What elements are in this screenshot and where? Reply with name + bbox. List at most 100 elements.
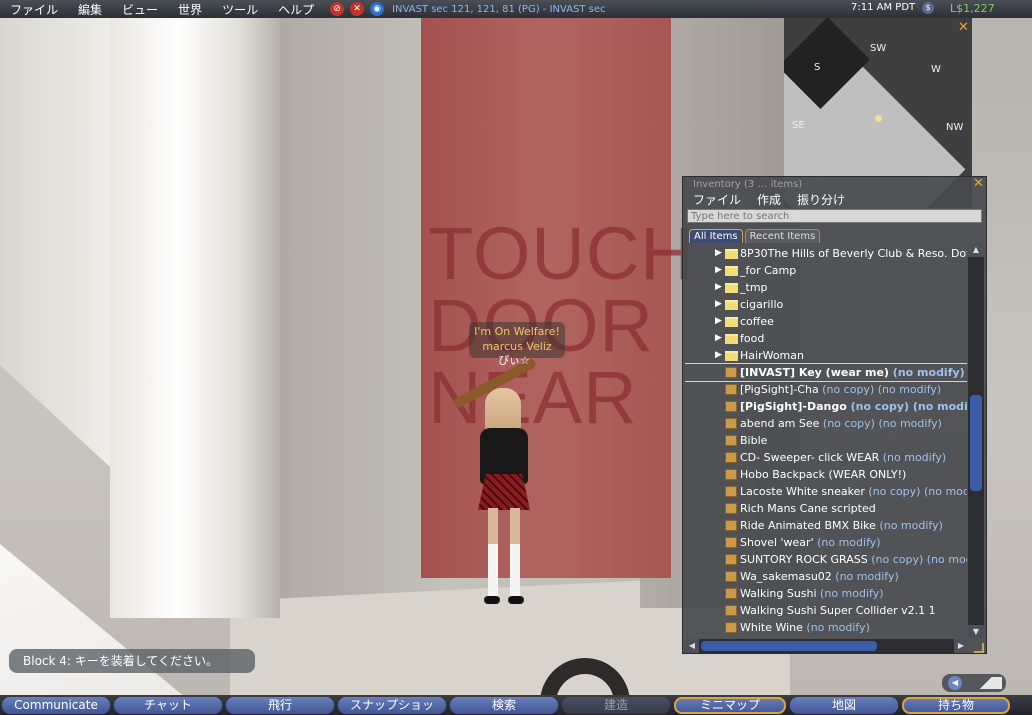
- inventory-item-row[interactable]: White Wine (no modify): [685, 619, 967, 636]
- expand-arrow-icon[interactable]: ▶: [715, 262, 722, 279]
- inventory-folder-row[interactable]: ▶ 8P30The Hills of Beverly Club & Reso. D…: [685, 245, 967, 262]
- inventory-item-row[interactable]: Walking Sushi Super Collider v2.1 1: [685, 602, 967, 619]
- inventory-item-label: cigarillo: [740, 296, 783, 313]
- scroll-up-icon[interactable]: ▲: [968, 243, 984, 257]
- pillar: [110, 18, 280, 618]
- volume-slider[interactable]: [970, 677, 1002, 689]
- inventory-item-row[interactable]: Bible: [685, 432, 967, 449]
- item-name: cigarillo: [740, 298, 784, 311]
- item-name: White Wine: [740, 621, 803, 634]
- expand-arrow-icon[interactable]: ▶: [715, 347, 722, 364]
- inventory-item-label: Hobo Backpack (WEAR ONLY!): [740, 466, 906, 483]
- location-text[interactable]: INVAST sec 121, 121, 81 (PG) - INVAST se…: [392, 4, 605, 15]
- inventory-item-label: coffee: [740, 313, 774, 330]
- item-name: Walking Sushi Super Collider v2.1 1: [740, 604, 936, 617]
- inventory-folder-row[interactable]: ▶ food: [685, 330, 967, 347]
- communicate-button[interactable]: Communicate: [2, 696, 110, 714]
- inventory-item-row[interactable]: Wa_sakemasu02 (no modify): [685, 568, 967, 585]
- world-map-button[interactable]: 地図: [790, 696, 898, 714]
- object-box-icon: [725, 588, 737, 599]
- inventory-item-row[interactable]: abend am See (no copy) (no modify): [685, 415, 967, 432]
- inventory-search-input[interactable]: [687, 209, 982, 223]
- inventory-folder-row[interactable]: ▶ cigarillo: [685, 296, 967, 313]
- item-permissions: (no copy) (no modify): [871, 553, 967, 566]
- object-box-icon: [725, 605, 737, 616]
- inventory-folder-row[interactable]: ▶ _for Camp: [685, 262, 967, 279]
- inventory-item-row[interactable]: Walking Sushi (no modify): [685, 585, 967, 602]
- tab-recent-items[interactable]: Recent Items: [744, 229, 821, 243]
- no-build-icon[interactable]: ✕: [350, 2, 365, 16]
- inventory-item-label: [INVAST] Key (wear me) (no modify) (no t…: [740, 364, 967, 381]
- avatar[interactable]: [452, 357, 540, 608]
- object-box-icon: [725, 469, 737, 480]
- fly-button[interactable]: 飛行: [226, 696, 334, 714]
- menu-view[interactable]: ビュー: [112, 1, 168, 18]
- tab-all-items[interactable]: All Items: [689, 229, 743, 243]
- object-box-icon: [725, 571, 737, 582]
- inventory-item-row[interactable]: Hobo Backpack (WEAR ONLY!): [685, 466, 967, 483]
- folder-icon: [725, 283, 738, 293]
- buy-currency-icon[interactable]: $: [922, 2, 934, 14]
- expand-arrow-icon[interactable]: ▶: [715, 330, 722, 347]
- inventory-close-icon[interactable]: ✕: [973, 176, 984, 191]
- avatar-shoe: [508, 596, 524, 604]
- menu-help[interactable]: ヘルプ: [268, 1, 324, 18]
- scroll-down-icon[interactable]: ▼: [968, 625, 984, 639]
- inventory-folder-row[interactable]: ▶ _tmp: [685, 279, 967, 296]
- minimap-close-icon[interactable]: ✕: [958, 20, 969, 35]
- scroll-thumb[interactable]: [701, 641, 877, 651]
- inventory-item-row[interactable]: Ride Animated BMX Bike (no modify): [685, 517, 967, 534]
- resize-handle[interactable]: [974, 643, 984, 653]
- inventory-item-row[interactable]: [INVAST] Key (wear me) (no modify) (no t…: [685, 363, 967, 382]
- inventory-item-label: Wa_sakemasu02 (no modify): [740, 568, 899, 585]
- scroll-left-icon[interactable]: ◀: [685, 639, 699, 653]
- inventory-item-row[interactable]: Shovel 'wear' (no modify): [685, 534, 967, 551]
- balance[interactable]: L$1,227: [950, 2, 995, 15]
- volume-control[interactable]: ◀: [942, 674, 1006, 692]
- speaker-icon[interactable]: ◀: [948, 676, 962, 690]
- search-button[interactable]: 検索: [450, 696, 558, 714]
- scroll-right-icon[interactable]: ▶: [954, 639, 968, 653]
- inventory-item-row[interactable]: SUNTORY ROCK GRASS (no copy) (no modify): [685, 551, 967, 568]
- inventory-menu-create[interactable]: 作成: [757, 191, 781, 208]
- inventory-title[interactable]: Inventory (3 … items): [693, 179, 802, 190]
- menu-tools[interactable]: ツール: [212, 1, 268, 18]
- item-name: Lacoste White sneaker: [740, 485, 865, 498]
- menu-edit[interactable]: 編集: [68, 1, 112, 18]
- no-fly-icon[interactable]: ⊘: [330, 2, 345, 16]
- inventory-item-row[interactable]: CD- Sweeper- click WEAR (no modify): [685, 449, 967, 466]
- item-name: coffee: [740, 315, 774, 328]
- inventory-item-row[interactable]: [PigSight]-Cha (no copy) (no modify): [685, 381, 967, 398]
- build-button[interactable]: 建造: [562, 696, 670, 714]
- inventory-menu-sort[interactable]: 振り分け: [797, 191, 845, 208]
- item-name: Shovel 'wear': [740, 536, 814, 549]
- item-name: [INVAST] Key (wear me): [740, 366, 889, 379]
- voice-icon[interactable]: ◉: [370, 2, 385, 16]
- scroll-thumb[interactable]: [970, 395, 982, 491]
- item-name: _tmp: [740, 281, 768, 294]
- folder-icon: [725, 351, 738, 361]
- inventory-menu-file[interactable]: ファイル: [693, 191, 741, 208]
- expand-arrow-icon[interactable]: ▶: [715, 296, 722, 313]
- inventory-item-row[interactable]: Rich Mans Cane scripted: [685, 500, 967, 517]
- item-name: CD- Sweeper- click WEAR: [740, 451, 880, 464]
- inventory-item-row[interactable]: [PigSight]-Dango (no copy) (no modify) (…: [685, 398, 967, 415]
- inventory-horizontal-scrollbar[interactable]: ◀ ▶: [685, 639, 968, 653]
- inventory-button[interactable]: 持ち物: [902, 696, 1010, 714]
- expand-arrow-icon[interactable]: ▶: [715, 313, 722, 330]
- menu-world[interactable]: 世界: [168, 1, 212, 18]
- object-box-icon: [725, 418, 737, 429]
- inventory-vertical-scrollbar[interactable]: ▲ ▼: [968, 243, 984, 639]
- inventory-folder-row[interactable]: ▶ HairWoman: [685, 347, 967, 364]
- item-permissions: (no modify): [813, 536, 881, 549]
- expand-arrow-icon[interactable]: ▶: [715, 279, 722, 296]
- menu-file[interactable]: ファイル: [0, 1, 68, 18]
- expand-arrow-icon[interactable]: ▶: [715, 245, 722, 262]
- item-permissions: (no modify) (no transfe: [892, 366, 967, 379]
- inventory-item-row[interactable]: Lacoste White sneaker (no copy) (no modi…: [685, 483, 967, 500]
- snapshot-button[interactable]: スナップショッ: [338, 696, 446, 714]
- minimap-button[interactable]: ミニマップ: [674, 696, 786, 714]
- inventory-folder-row[interactable]: ▶ coffee: [685, 313, 967, 330]
- chat-button[interactable]: チャット: [114, 696, 222, 714]
- inventory-list[interactable]: ▶ 8P30The Hills of Beverly Club & Reso. D…: [685, 245, 967, 637]
